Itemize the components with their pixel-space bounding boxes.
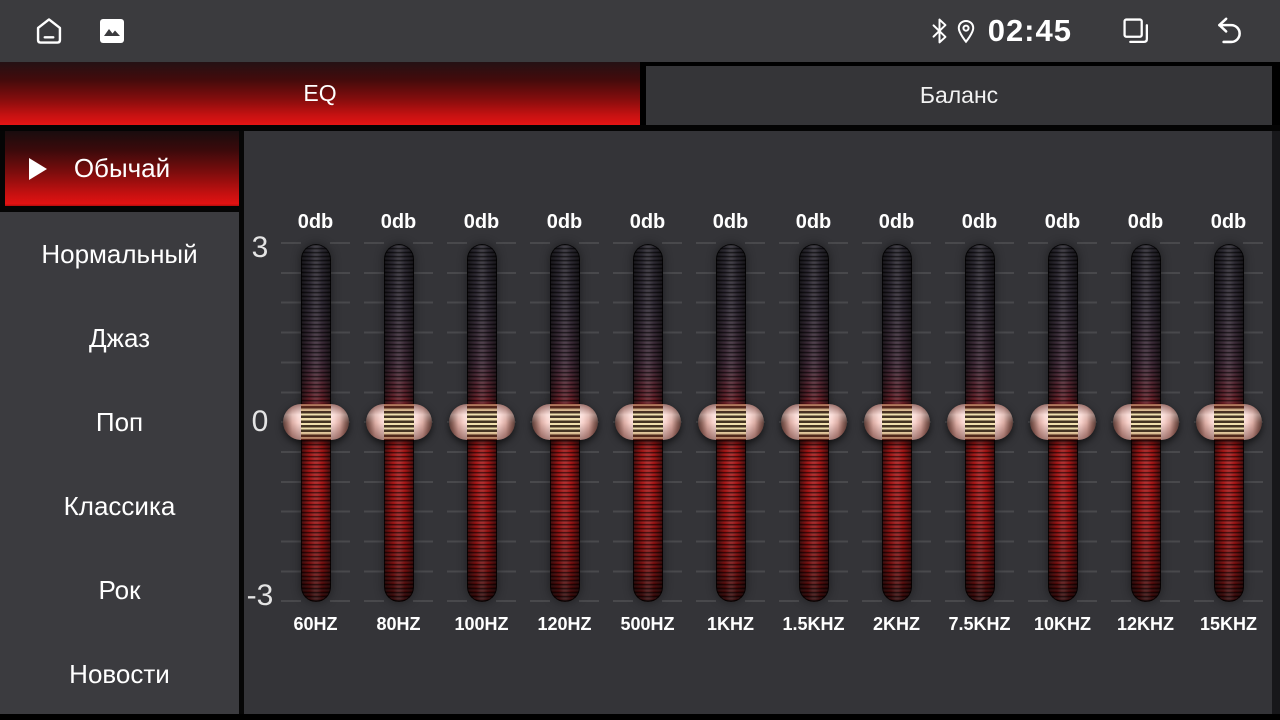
- status-bar: 02:45: [0, 0, 1280, 62]
- band-value-label: 0db: [523, 209, 606, 235]
- band-slider-knob[interactable]: [283, 404, 349, 440]
- band-value-label: 0db: [606, 209, 689, 235]
- band-value-label: 0db: [357, 209, 440, 235]
- band-value-label: 0db: [689, 209, 772, 235]
- band-value-label: 0db: [772, 209, 855, 235]
- band-value-label: 0db: [938, 209, 1021, 235]
- preset-label: Джаз: [89, 323, 150, 354]
- recent-apps-icon[interactable]: [1120, 15, 1152, 47]
- preset-label: Нормальный: [41, 239, 197, 270]
- scale-label-plus3: 3: [244, 230, 276, 266]
- location-icon: [956, 19, 976, 44]
- preset-label: Классика: [64, 491, 176, 522]
- band-value-label: 0db: [1021, 209, 1104, 235]
- eq-bands: 0db 60HZ 0db 80HZ 0db: [274, 131, 1270, 714]
- preset-label: Поп: [96, 407, 143, 438]
- band-value-label: 0db: [1104, 209, 1187, 235]
- band-slider-knob[interactable]: [1196, 404, 1262, 440]
- gallery-icon[interactable]: [98, 17, 126, 45]
- scale-label-minus3: -3: [244, 578, 276, 614]
- home-icon[interactable]: [32, 14, 66, 48]
- band-slider-knob[interactable]: [615, 404, 681, 440]
- selected-marker-icon: [29, 158, 47, 180]
- band-slider-knob[interactable]: [1030, 404, 1096, 440]
- band-slider-knob[interactable]: [698, 404, 764, 440]
- preset-sidebar: Обычай Нормальный Джаз Поп Классика Рок …: [0, 131, 244, 714]
- band-slider-knob[interactable]: [947, 404, 1013, 440]
- band-slider-knob[interactable]: [781, 404, 847, 440]
- preset-item-pop[interactable]: Поп: [0, 380, 239, 464]
- band-value-label: 0db: [440, 209, 523, 235]
- tab-bar: EQ Баланс: [0, 62, 1280, 131]
- preset-label: Рок: [98, 575, 140, 606]
- preset-item-rock[interactable]: Рок: [0, 548, 239, 632]
- band-value-label: 0db: [274, 209, 357, 235]
- band-slider-knob[interactable]: [449, 404, 515, 440]
- preset-item-news[interactable]: Новости: [0, 632, 239, 716]
- preset-item-normal[interactable]: Нормальный: [0, 212, 239, 296]
- band-slider-knob[interactable]: [1113, 404, 1179, 440]
- preset-item-custom[interactable]: Обычай: [0, 131, 239, 206]
- eq-band-15khz: 0db 15KHZ: [1187, 131, 1270, 714]
- tab-balance[interactable]: Баланс: [646, 66, 1272, 125]
- band-value-label: 0db: [1187, 209, 1270, 235]
- back-icon[interactable]: [1210, 15, 1244, 47]
- scale-label-zero: 0: [244, 404, 276, 440]
- band-slider-knob[interactable]: [532, 404, 598, 440]
- bluetooth-icon: [931, 18, 948, 44]
- preset-label: Обычай: [74, 153, 170, 184]
- eq-page: Обычай Нормальный Джаз Поп Классика Рок …: [0, 131, 1280, 714]
- band-slider-knob[interactable]: [864, 404, 930, 440]
- preset-label: Новости: [69, 659, 170, 690]
- tab-eq[interactable]: EQ: [0, 62, 640, 125]
- preset-item-jazz[interactable]: Джаз: [0, 296, 239, 380]
- clock: 02:45: [988, 13, 1072, 49]
- band-slider-knob[interactable]: [366, 404, 432, 440]
- eq-slider-panel: 3 0 -3 0db 60HZ 0db 80HZ 0db: [244, 131, 1280, 714]
- band-value-label: 0db: [855, 209, 938, 235]
- band-freq-label: 15KHZ: [1175, 612, 1280, 636]
- preset-item-classic[interactable]: Классика: [0, 464, 239, 548]
